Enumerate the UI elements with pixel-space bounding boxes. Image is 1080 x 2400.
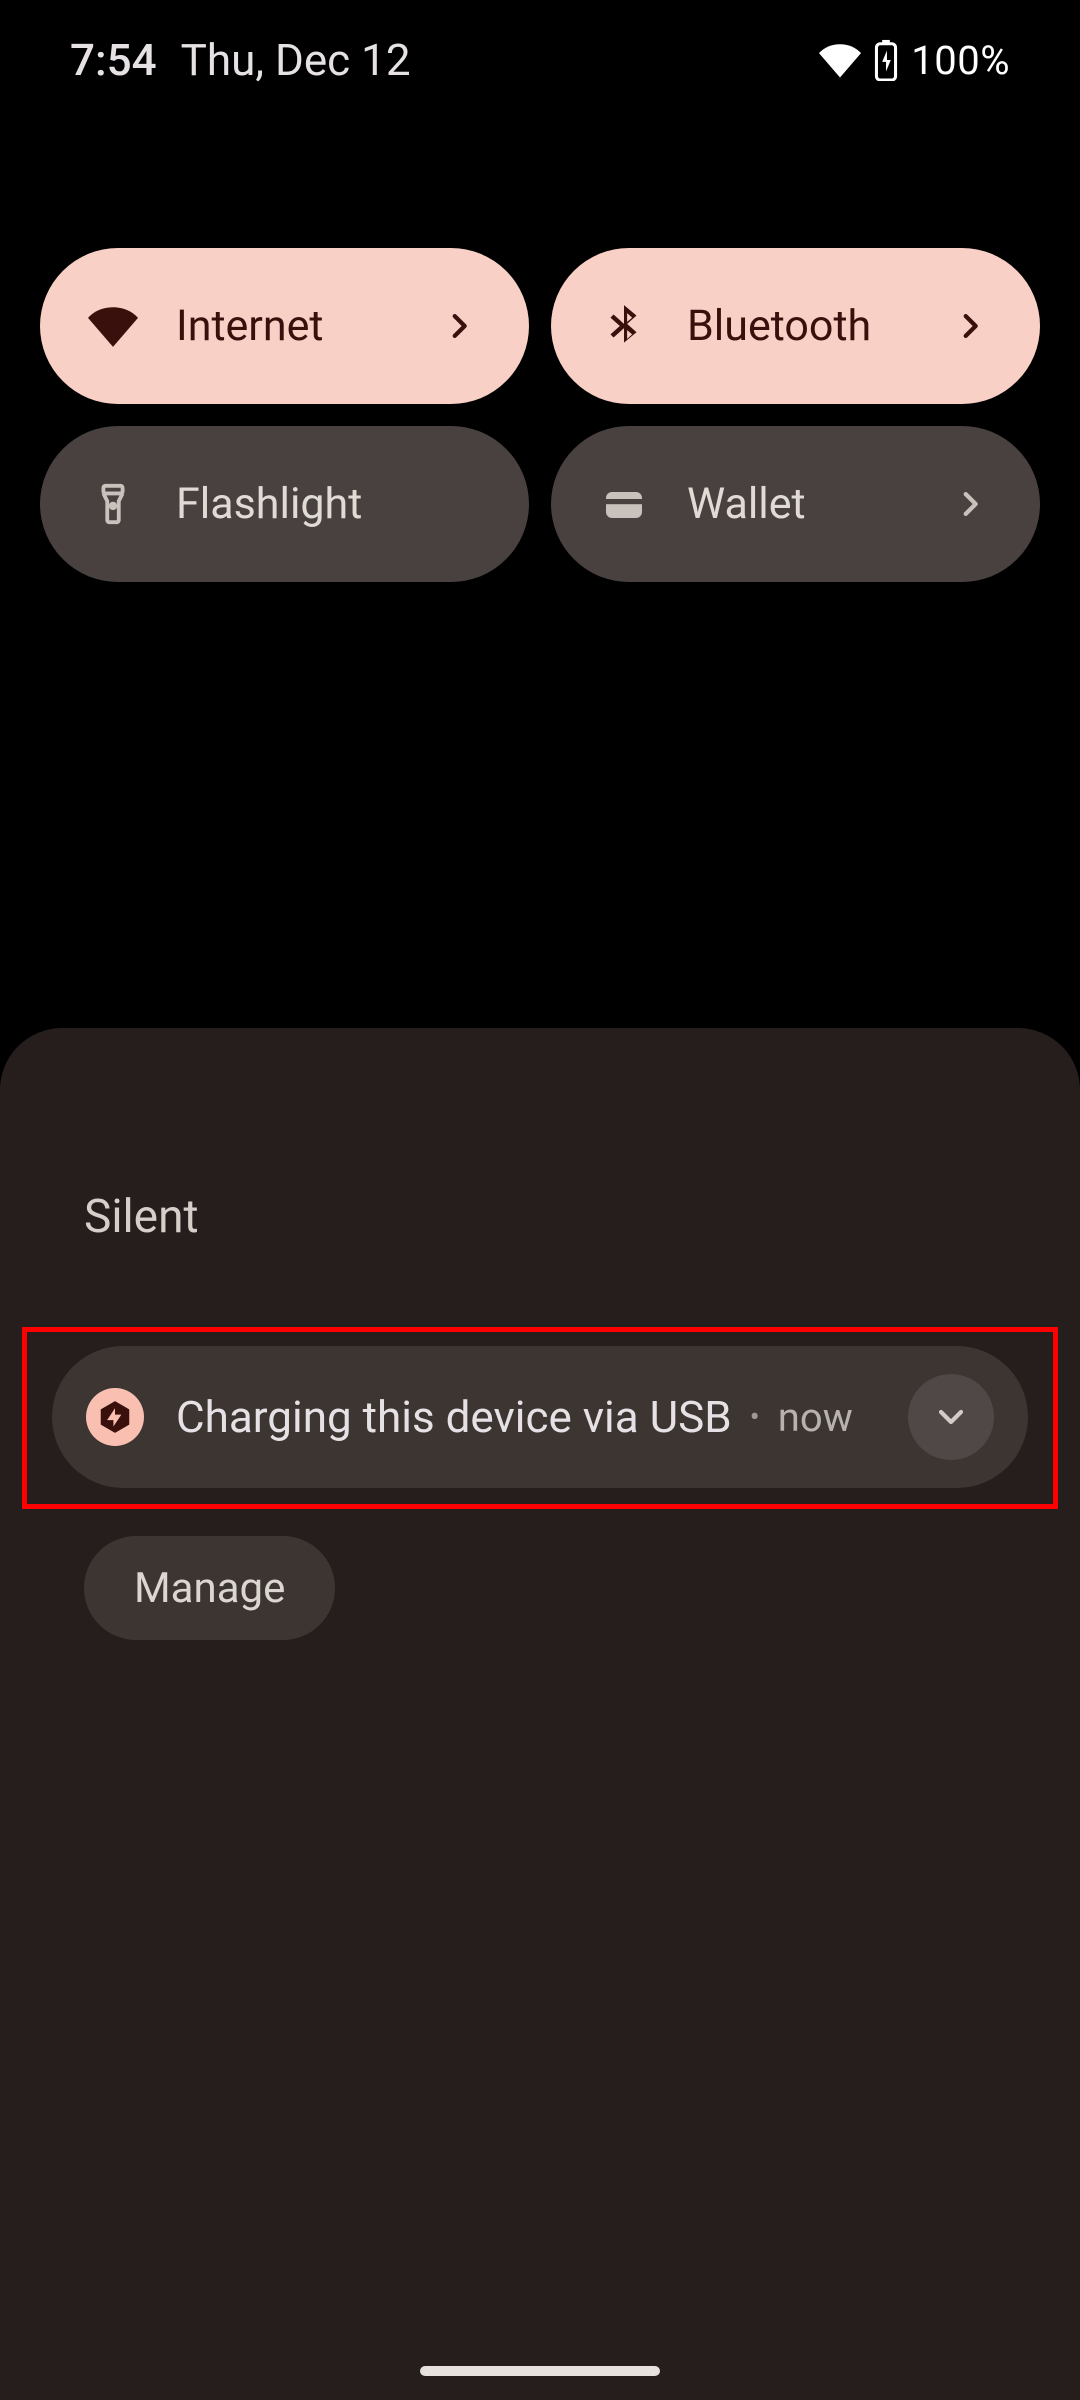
status-left: 7:54 Thu, Dec 12 bbox=[70, 34, 411, 86]
notification-text: Charging this device via USB • now bbox=[176, 1391, 876, 1443]
status-bar: 7:54 Thu, Dec 12 100% bbox=[0, 0, 1080, 120]
notification-charging[interactable]: Charging this device via USB • now bbox=[52, 1346, 1028, 1488]
qs-tile-flashlight[interactable]: Flashlight bbox=[40, 426, 529, 582]
qs-label: Flashlight bbox=[176, 479, 481, 529]
status-date: Thu, Dec 12 bbox=[181, 34, 411, 86]
chevron-right-icon bbox=[948, 304, 992, 348]
manage-label: Manage bbox=[134, 1564, 285, 1613]
flashlight-icon bbox=[88, 479, 138, 529]
wallet-icon bbox=[599, 479, 649, 529]
qs-label: Bluetooth bbox=[687, 301, 910, 351]
bluetooth-icon bbox=[599, 301, 649, 351]
status-time: 7:54 bbox=[70, 34, 157, 86]
qs-label: Internet bbox=[176, 301, 399, 351]
qs-label: Wallet bbox=[687, 479, 910, 529]
manage-button[interactable]: Manage bbox=[84, 1536, 335, 1640]
chevron-down-icon bbox=[931, 1397, 971, 1437]
battery-status-icon bbox=[873, 39, 899, 81]
separator-dot: • bbox=[750, 1400, 760, 1435]
wifi-status-icon bbox=[819, 39, 861, 81]
android-system-icon bbox=[86, 1388, 144, 1446]
nav-handle[interactable] bbox=[420, 2366, 660, 2376]
notification-time: now bbox=[778, 1394, 853, 1441]
notification-panel: Silent Charging this device via USB • no… bbox=[0, 1028, 1080, 2400]
chevron-right-icon bbox=[948, 482, 992, 526]
chevron-right-icon bbox=[437, 304, 481, 348]
qs-tile-internet[interactable]: Internet bbox=[40, 248, 529, 404]
expand-button[interactable] bbox=[908, 1374, 994, 1460]
section-label-silent: Silent bbox=[84, 1190, 199, 1244]
qs-tile-wallet[interactable]: Wallet bbox=[551, 426, 1040, 582]
notification-title: Charging this device via USB bbox=[176, 1391, 732, 1443]
status-right: 100% bbox=[819, 37, 1010, 84]
wifi-icon bbox=[88, 301, 138, 351]
qs-grid: Internet Bluetooth Flashlight Wallet bbox=[40, 248, 1040, 582]
battery-percent: 100% bbox=[911, 37, 1010, 84]
qs-tile-bluetooth[interactable]: Bluetooth bbox=[551, 248, 1040, 404]
